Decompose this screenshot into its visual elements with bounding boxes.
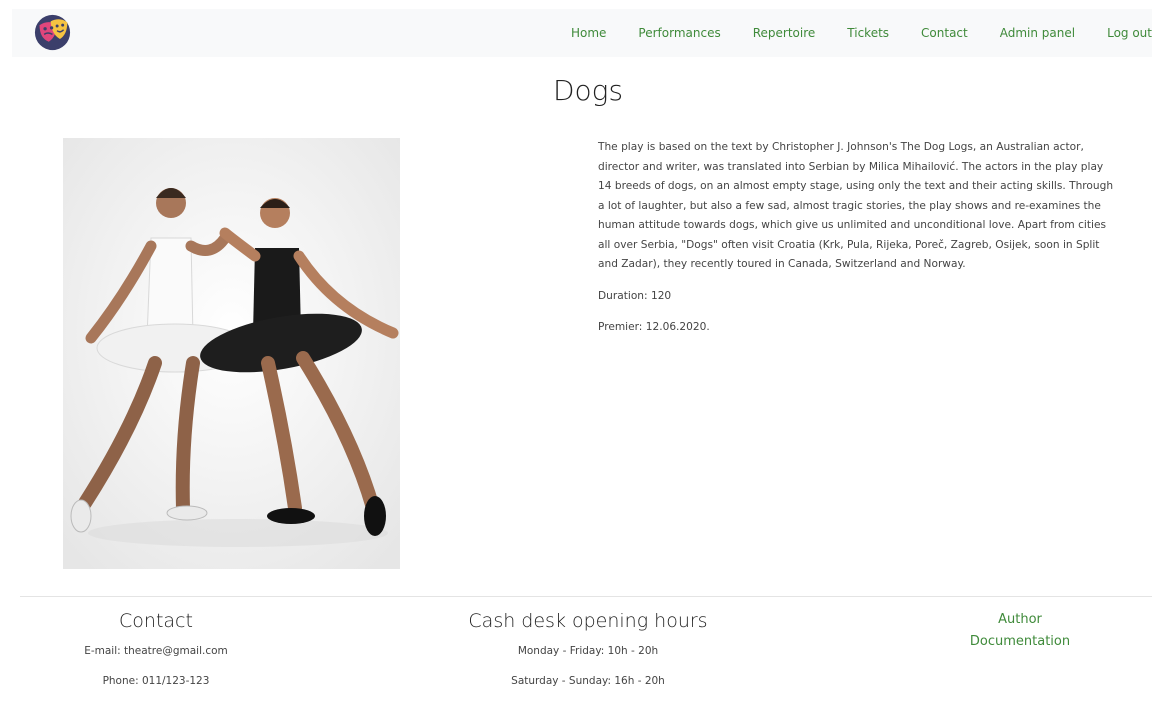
play-details: The play is based on the text by Christo… — [598, 138, 1114, 350]
footer-hours-weekdays: Monday - Friday: 10h - 20h — [517, 645, 659, 657]
footer-author-link[interactable]: Author — [920, 612, 1120, 627]
footer-email: E-mail: theatre@gmail.com — [84, 645, 228, 657]
nav-repertoire-link[interactable]: Repertoire — [753, 26, 816, 40]
footer-hours: Cash desk opening hours Monday - Friday:… — [438, 610, 738, 705]
page-title: Dogs — [552, 74, 624, 107]
footer-phone: Phone: 011/123-123 — [102, 675, 210, 687]
nav-home-link[interactable]: Home — [571, 26, 606, 40]
theatre-masks-logo-icon[interactable] — [34, 14, 71, 51]
footer-contact-title: Contact — [119, 610, 193, 632]
nav-tickets-link[interactable]: Tickets — [847, 26, 889, 40]
play-description: The play is based on the text by Christo… — [598, 141, 1114, 270]
footer-divider — [20, 596, 1152, 597]
footer-hours-weekend: Saturday - Sunday: 16h - 20h — [511, 675, 665, 687]
nav-links: Home Performances Repertoire Tickets Con… — [539, 9, 1152, 57]
poster-illustration — [63, 138, 400, 569]
footer-contact: Contact E-mail: theatre@gmail.com Phone:… — [56, 610, 256, 705]
play-duration: Duration: 120 — [598, 289, 672, 302]
navbar: Home Performances Repertoire Tickets Con… — [12, 9, 1152, 57]
footer-hours-title: Cash desk opening hours — [468, 610, 708, 632]
footer-links: Author Documentation — [920, 612, 1120, 656]
nav-admin-panel-link[interactable]: Admin panel — [1000, 26, 1075, 40]
footer-documentation-link[interactable]: Documentation — [920, 634, 1120, 649]
play-premier: Premier: 12.06.2020. — [598, 321, 710, 333]
nav-performances-link[interactable]: Performances — [638, 26, 720, 40]
nav-logout-link[interactable]: Log out — [1107, 26, 1152, 40]
nav-contact-link[interactable]: Contact — [921, 26, 968, 40]
play-poster-image — [63, 138, 400, 569]
